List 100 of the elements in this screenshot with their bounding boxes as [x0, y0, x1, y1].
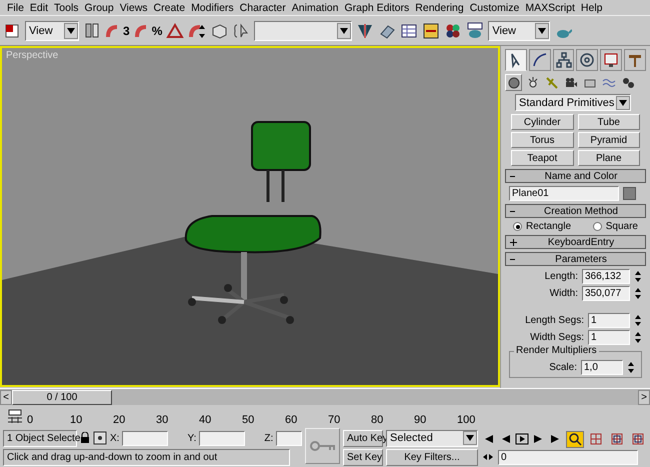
frame-number: 40 — [199, 414, 212, 426]
spinner-arrows-icon[interactable] — [634, 270, 642, 283]
caret-icon — [535, 22, 550, 38]
panel-tab[interactable] — [624, 49, 646, 71]
menu-item[interactable]: Views — [116, 2, 151, 14]
sphere-icon — [506, 76, 520, 90]
key-button[interactable] — [305, 428, 340, 464]
angle-snap-icon[interactable] — [166, 22, 184, 40]
object-type-button[interactable]: Pyramid — [578, 132, 640, 148]
track-bar-icon[interactable] — [6, 408, 24, 426]
zoom-extents-icon — [610, 432, 624, 446]
menu-item[interactable]: Rendering — [412, 2, 467, 14]
panel-tab[interactable] — [552, 49, 574, 71]
object-type-button[interactable]: Cylinder — [511, 114, 574, 130]
snap-label: 3 — [123, 24, 130, 38]
play-icon[interactable] — [515, 433, 529, 445]
view-dropdown[interactable]: View — [25, 20, 79, 40]
frame-number: 20 — [113, 414, 126, 426]
key-icon — [310, 441, 336, 451]
category-button[interactable] — [505, 74, 522, 91]
rollout-header[interactable]: KeyboardEntry — [505, 235, 646, 249]
menu-item[interactable]: Animation — [288, 2, 342, 14]
menu-item[interactable]: MAXScript — [522, 2, 578, 14]
render-dropdown[interactable]: View — [488, 20, 550, 40]
frame-number: 70 — [328, 414, 340, 426]
frame-number: 50 — [242, 414, 254, 426]
set-key-button[interactable]: Set Key — [343, 448, 383, 466]
type-dropdown[interactable]: Standard Primitives — [515, 94, 631, 111]
name-input[interactable]: Plane01 — [509, 186, 619, 201]
menu-item[interactable]: Graph Editors — [341, 2, 412, 14]
viewport-nav-button[interactable] — [566, 430, 584, 448]
frame-number: 60 — [285, 414, 298, 426]
object-type-button[interactable]: Tube — [578, 114, 640, 130]
next-frame-button[interactable]: > — [638, 390, 650, 404]
caret-icon — [616, 96, 630, 110]
named-selection-dropdown[interactable] — [254, 20, 352, 40]
curve-editor-icon[interactable] — [422, 22, 440, 40]
number-input[interactable]: 350,077 — [582, 286, 630, 301]
radio-button[interactable] — [592, 222, 602, 231]
menu-item[interactable]: Character — [236, 2, 289, 14]
spinner-arrows-icon[interactable] — [634, 331, 642, 344]
z-input[interactable] — [276, 430, 302, 446]
frame-number: 80 — [371, 414, 384, 426]
table-icon[interactable] — [400, 22, 418, 40]
menu-item[interactable]: Group — [82, 2, 117, 14]
menu-item[interactable]: Tools — [51, 2, 82, 14]
group-title: Render Multipliers — [514, 345, 599, 356]
pivot-icon[interactable] — [83, 22, 101, 40]
hierarchy-icon — [554, 51, 573, 69]
material-spheres-icon[interactable] — [444, 22, 462, 40]
select-icon[interactable] — [3, 22, 21, 40]
panel-tab[interactable] — [528, 49, 551, 71]
object-type-button[interactable]: Torus — [511, 132, 574, 148]
panel-tab[interactable] — [576, 49, 598, 71]
snap-label: % — [152, 24, 162, 38]
number-input[interactable]: 1 — [588, 330, 630, 345]
field-label: Scale: — [549, 362, 577, 373]
cube-icon[interactable] — [210, 22, 228, 40]
radio-button[interactable] — [513, 222, 522, 231]
coordinate-label: Y: — [187, 432, 196, 444]
spinner-arrows-icon[interactable] — [634, 314, 642, 327]
current-frame-input[interactable]: 0 — [498, 450, 638, 464]
radio-label: Square — [606, 221, 638, 232]
key-mode-toggle-icon[interactable] — [481, 451, 495, 463]
panel-tab[interactable] — [505, 49, 527, 71]
panel-tab[interactable] — [600, 49, 622, 71]
braces-cursor-icon[interactable] — [232, 22, 250, 40]
menu-item[interactable]: File — [4, 2, 27, 14]
menu-item[interactable]: Create — [150, 2, 188, 14]
number-input[interactable]: 366,132 — [582, 269, 630, 284]
mirror-icon[interactable] — [356, 22, 374, 40]
rollout-header[interactable]: Name and Color — [505, 169, 646, 183]
previous-frame-button[interactable]: < — [0, 390, 12, 404]
object-type-button[interactable]: Plane — [578, 150, 640, 166]
y-input[interactable] — [199, 430, 246, 446]
spinner-arrows-icon[interactable] — [634, 287, 642, 300]
render-teapot-icon[interactable] — [466, 22, 484, 40]
time-slider-thumb[interactable]: 0 / 100 — [12, 390, 112, 404]
lock-icon[interactable] — [80, 432, 90, 444]
object-type-button[interactable]: Teapot — [511, 150, 574, 166]
menu-item[interactable]: Help — [578, 2, 606, 14]
number-input[interactable]: 1 — [588, 313, 630, 328]
zoom-extents-all-icon — [631, 432, 645, 446]
caret-icon — [64, 22, 78, 38]
color-swatch[interactable] — [623, 187, 636, 200]
transform-mode-icon[interactable] — [93, 431, 107, 445]
key-filters-button[interactable]: Key Filters... — [386, 448, 478, 466]
menu-item[interactable]: Customize — [466, 2, 522, 14]
rollout-header[interactable]: Parameters — [505, 252, 646, 266]
menu-item[interactable]: Modifiers — [188, 2, 237, 14]
wheel-icon — [578, 51, 596, 69]
menu-item[interactable]: Edit — [26, 2, 52, 14]
x-input[interactable] — [122, 430, 168, 446]
frame-number: 100 — [457, 414, 476, 426]
number-input[interactable]: 1,0 — [581, 360, 623, 375]
spinner-arrows-icon[interactable] — [627, 361, 635, 374]
key-mode-dropdown[interactable]: Selected — [386, 430, 478, 446]
caret-icon — [337, 22, 352, 38]
frame-number: 10 — [70, 414, 82, 426]
rollout-header[interactable]: Creation Method — [505, 204, 646, 218]
